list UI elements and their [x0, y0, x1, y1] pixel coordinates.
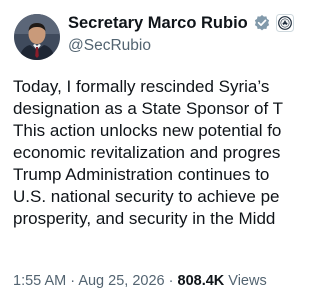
author-display-name[interactable]: Secretary Marco Rubio: [68, 13, 248, 33]
meta-separator: ·: [168, 273, 174, 289]
views-label: Views: [228, 273, 267, 289]
tweet-time[interactable]: 1:55 AM: [13, 273, 66, 289]
tweet-meta: 1:55 AM · Aug 25, 2026 · 808.4K Views: [13, 271, 267, 291]
author-name-row: Secretary Marco Rubio: [68, 13, 294, 33]
profile-photo-icon: [14, 14, 60, 60]
government-seal-icon[interactable]: [275, 14, 294, 32]
avatar[interactable]: [14, 14, 60, 60]
tweet-date[interactable]: Aug 25, 2026: [78, 273, 164, 289]
views-count: 808.4K: [177, 273, 225, 289]
tweet-card: Secretary Marco Rubio @SecRubio Today, I…: [0, 0, 300, 300]
tweet-text: Today, I formally rescinded Syria’s desi…: [13, 77, 283, 228]
author-handle[interactable]: @SecRubio: [68, 36, 151, 56]
verified-gray-check-icon[interactable]: [253, 14, 271, 32]
meta-separator: ·: [70, 273, 76, 289]
